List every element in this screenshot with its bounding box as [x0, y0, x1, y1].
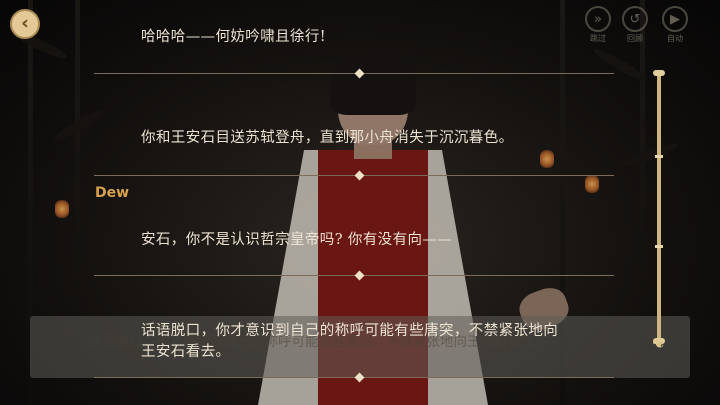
- speaker-name: Dew: [95, 185, 130, 201]
- backlog-panel[interactable]: 哈哈哈——何妨吟啸且徐行! 你和王安石目送苏轼登舟，直到那小舟消失于沉沉暮色。 …: [0, 0, 720, 405]
- scrollbar-node: [655, 155, 663, 158]
- divider-ornament: [354, 170, 365, 181]
- divider-ornament: [354, 372, 365, 383]
- log-entry-3: 安石，你不是认识哲宗皇帝吗? 你有没有向——: [141, 232, 453, 248]
- divider-ornament: [354, 68, 365, 79]
- log-entry-1: 哈哈哈——何妨吟啸且徐行!: [141, 29, 327, 45]
- divider-ornament: [354, 270, 365, 281]
- scrollbar-cap-top: [653, 70, 665, 76]
- log-entry-4-line-2: 王安石看去。: [141, 344, 231, 360]
- log-entry-2: 你和王安石目送苏轼登舟，直到那小舟消失于沉沉暮色。: [141, 130, 514, 146]
- log-entry-4-line-1: 话语脱口，你才意识到自己的称呼可能有些唐突，不禁紧张地向: [141, 323, 559, 339]
- backlog-scrollbar[interactable]: [657, 72, 661, 347]
- scrollbar-node: [655, 245, 663, 248]
